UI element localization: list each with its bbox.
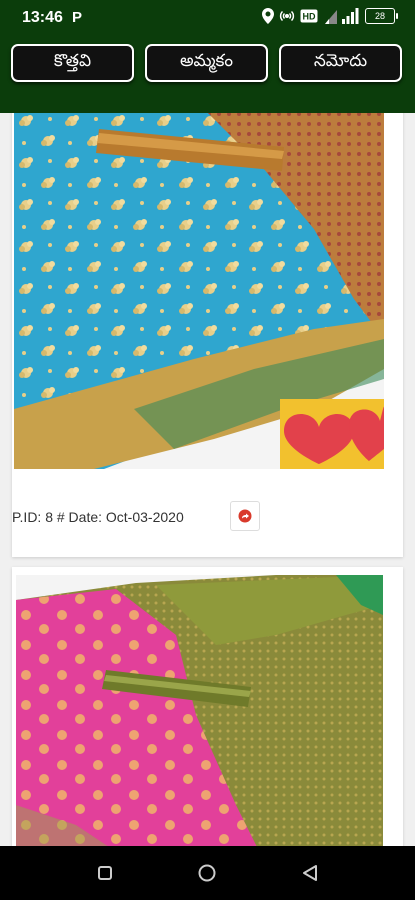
post-list[interactable]: P.ID: 8 # Date: Oct-03-2020 <box>0 113 415 846</box>
saree-photo[interactable] <box>16 575 383 846</box>
post-card <box>12 567 403 846</box>
post-meta: P.ID: 8 # Date: Oct-03-2020 <box>12 509 184 525</box>
tab-register[interactable]: నమోదు <box>279 44 402 82</box>
location-icon <box>262 8 274 24</box>
svg-text:HD: HD <box>303 12 316 22</box>
hd-icon: HD <box>300 9 318 23</box>
recent-apps-button[interactable] <box>92 860 118 886</box>
tab-new[interactable]: కొత్తవి <box>11 44 134 82</box>
system-nav-bar <box>0 846 415 900</box>
saree-photo[interactable] <box>14 113 384 469</box>
post-card: P.ID: 8 # Date: Oct-03-2020 <box>12 113 403 557</box>
status-time: 13:46 <box>22 9 63 26</box>
signal-1-icon <box>325 10 337 24</box>
back-button[interactable] <box>297 860 323 886</box>
status-icons: HD 28 <box>262 8 398 24</box>
app-header: కొత్తవి అమ్మకం నమోదు <box>0 38 415 113</box>
parking-icon: P <box>72 9 83 26</box>
home-button[interactable] <box>194 860 220 886</box>
battery-icon: 28 <box>365 8 398 24</box>
circle-icon <box>198 864 216 882</box>
hotspot-icon <box>279 10 295 22</box>
tab-sell[interactable]: అమ్మకం <box>145 44 268 82</box>
square-icon <box>98 866 112 880</box>
share-button[interactable] <box>230 501 260 531</box>
status-bar: 13:46 P HD 28 <box>0 0 415 38</box>
triangle-back-icon <box>303 865 317 881</box>
share-icon <box>238 509 252 523</box>
signal-2-icon <box>342 8 359 24</box>
